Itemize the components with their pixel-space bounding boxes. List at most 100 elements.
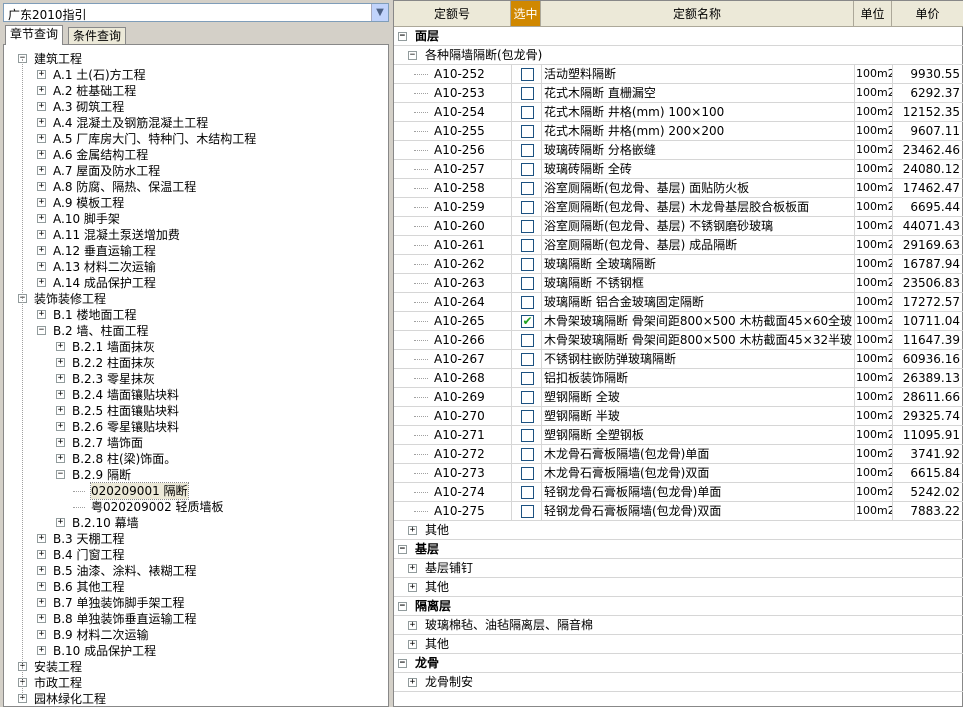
table-row[interactable]: A10-268 铝扣板装饰隔断 100m2 26389.13 — [394, 369, 963, 388]
expand-icon[interactable]: + — [37, 582, 46, 591]
select-checkbox[interactable]: ✔ — [521, 315, 534, 328]
table-row[interactable]: A10-273 木龙骨石膏板隔墙(包龙骨)双面 100m2 6615.84 — [394, 464, 963, 483]
select-checkbox[interactable] — [521, 429, 534, 442]
expand-icon[interactable]: + — [56, 454, 65, 463]
tree-node-label[interactable]: B.2.6 零星镶贴块料 — [72, 419, 179, 435]
tree-node-label[interactable]: B.3 天棚工程 — [53, 531, 125, 547]
expand-icon[interactable]: + — [56, 390, 65, 399]
expand-icon[interactable]: + — [408, 678, 417, 687]
group-row[interactable]: + 其他 — [394, 578, 963, 597]
select-checkbox[interactable] — [521, 68, 534, 81]
expand-icon[interactable]: + — [37, 86, 46, 95]
tree-node-label[interactable]: A.14 成品保护工程 — [53, 275, 156, 291]
expand-icon[interactable]: + — [37, 262, 46, 271]
tree-node-label[interactable]: B.2.1 墙面抹灰 — [72, 339, 155, 355]
table-row[interactable]: A10-258 浴室厕隔断(包龙骨、基层) 面贴防火板 100m2 17462.47 — [394, 179, 963, 198]
tree-node-label[interactable]: B.7 单独装饰脚手架工程 — [53, 595, 185, 611]
tree-node-label[interactable]: B.4 门窗工程 — [53, 547, 125, 563]
table-row[interactable]: A10-253 花式木隔断 直栅漏空 100m2 6292.37 — [394, 84, 963, 103]
group-row[interactable]: − 龙骨 — [394, 654, 963, 673]
tree-node-label[interactable]: B.9 材料二次运输 — [53, 627, 149, 643]
tree-node-label[interactable]: A.7 屋面及防水工程 — [53, 163, 160, 179]
tree-node-label[interactable]: A.13 材料二次运输 — [53, 259, 156, 275]
tree-node-label[interactable]: 装饰装修工程 — [34, 291, 106, 307]
tree-node-label[interactable]: A.5 厂库房大门、特种门、木结构工程 — [53, 131, 256, 147]
group-row[interactable]: − 隔离层 — [394, 597, 963, 616]
select-checkbox[interactable] — [521, 372, 534, 385]
collapse-icon[interactable]: − — [56, 470, 65, 479]
tree-node-label[interactable]: A.3 砌筑工程 — [53, 99, 124, 115]
collapse-icon[interactable]: − — [398, 659, 407, 668]
collapse-icon[interactable]: − — [398, 32, 407, 41]
tree-node-label[interactable]: A.9 模板工程 — [53, 195, 124, 211]
select-checkbox[interactable] — [521, 296, 534, 309]
table-row[interactable]: A10-269 塑钢隔断 全玻 100m2 28611.66 — [394, 388, 963, 407]
tree-node-label[interactable]: B.1 楼地面工程 — [53, 307, 137, 323]
expand-icon[interactable]: + — [56, 358, 65, 367]
tree-node-label[interactable]: 020209001 隔断 — [90, 482, 189, 500]
group-row[interactable]: + 基层铺钉 — [394, 559, 963, 578]
table-row[interactable]: A10-257 玻璃砖隔断 全砖 100m2 24080.12 — [394, 160, 963, 179]
expand-icon[interactable]: + — [37, 198, 46, 207]
expand-icon[interactable]: + — [37, 102, 46, 111]
expand-icon[interactable]: + — [56, 406, 65, 415]
col-header-name[interactable]: 定额名称 — [541, 1, 854, 27]
expand-icon[interactable]: + — [37, 134, 46, 143]
collapse-icon[interactable]: − — [408, 51, 417, 60]
select-checkbox[interactable] — [521, 258, 534, 271]
expand-icon[interactable]: + — [408, 640, 417, 649]
tree-node-label[interactable]: B.2.2 柱面抹灰 — [72, 355, 155, 371]
tree-node-label[interactable]: A.1 土(石)方工程 — [53, 67, 146, 83]
group-row[interactable]: + 其他 — [394, 635, 963, 654]
select-checkbox[interactable] — [521, 334, 534, 347]
table-row[interactable]: A10-254 花式木隔断 井格(mm) 100×100 100m2 12152.35 — [394, 103, 963, 122]
table-row[interactable]: A10-272 木龙骨石膏板隔墙(包龙骨)单面 100m2 3741.92 — [394, 445, 963, 464]
expand-icon[interactable]: + — [37, 630, 46, 639]
tree-node-label[interactable]: 粤020209002 轻质墙板 — [91, 499, 224, 515]
tree-node-label[interactable]: B.6 其他工程 — [53, 579, 125, 595]
tree-node-label[interactable]: A.2 桩基础工程 — [53, 83, 136, 99]
tree-node-label[interactable]: B.2.8 柱(梁)饰面。 — [72, 451, 176, 467]
expand-icon[interactable]: + — [37, 70, 46, 79]
group-row[interactable]: − 基层 — [394, 540, 963, 559]
expand-icon[interactable]: + — [37, 166, 46, 175]
table-row[interactable]: A10-267 不锈钢柱嵌防弹玻璃隔断 100m2 60936.16 — [394, 350, 963, 369]
expand-icon[interactable]: + — [56, 438, 65, 447]
select-checkbox[interactable] — [521, 201, 534, 214]
expand-icon[interactable]: + — [37, 118, 46, 127]
select-checkbox[interactable] — [521, 277, 534, 290]
select-checkbox[interactable] — [521, 353, 534, 366]
expand-icon[interactable]: + — [37, 550, 46, 559]
select-checkbox[interactable] — [521, 182, 534, 195]
expand-icon[interactable]: + — [37, 646, 46, 655]
select-checkbox[interactable] — [521, 410, 534, 423]
tree-node-label[interactable]: A.6 金属结构工程 — [53, 147, 148, 163]
tree-node-label[interactable]: B.10 成品保护工程 — [53, 643, 156, 659]
select-checkbox[interactable] — [521, 486, 534, 499]
tree-node-label[interactable]: A.11 混凝土泵送增加费 — [53, 227, 180, 243]
table-row[interactable]: A10-266 木骨架玻璃隔断 骨架间距800×500 木枋截面45×32半玻 10… — [394, 331, 963, 350]
tree-node-label[interactable]: B.2.9 隔断 — [72, 467, 131, 483]
table-row[interactable]: A10-263 玻璃隔断 不锈钢框 100m2 23506.83 — [394, 274, 963, 293]
tree-node-label[interactable]: A.12 垂直运输工程 — [53, 243, 156, 259]
tree-node-label[interactable]: 安装工程 — [34, 659, 82, 675]
expand-icon[interactable]: + — [37, 534, 46, 543]
select-checkbox[interactable] — [521, 125, 534, 138]
expand-icon[interactable]: + — [408, 583, 417, 592]
expand-icon[interactable]: + — [56, 518, 65, 527]
expand-icon[interactable]: + — [56, 342, 65, 351]
group-row[interactable]: − 各种隔墙隔断(包龙骨) — [394, 46, 963, 65]
group-row[interactable]: + 玻璃棉毡、油毡隔离层、隔音棉 — [394, 616, 963, 635]
tree-node-label[interactable]: B.2.4 墙面镶贴块料 — [72, 387, 179, 403]
table-row[interactable]: A10-265 ✔ 木骨架玻璃隔断 骨架间距800×500 木枋截面45×60全玻 1… — [394, 312, 963, 331]
select-checkbox[interactable] — [521, 106, 534, 119]
table-row[interactable]: A10-260 浴室厕隔断(包龙骨、基层) 不锈钢磨砂玻璃 100m2 44071.4… — [394, 217, 963, 236]
table-row[interactable]: A10-270 塑钢隔断 半玻 100m2 29325.74 — [394, 407, 963, 426]
table-row[interactable]: A10-256 玻璃砖隔断 分格嵌缝 100m2 23462.46 — [394, 141, 963, 160]
expand-icon[interactable]: + — [408, 564, 417, 573]
table-row[interactable]: A10-252 活动塑料隔断 100m2 9930.55 — [394, 65, 963, 84]
select-checkbox[interactable] — [521, 87, 534, 100]
table-row[interactable]: A10-261 浴室厕隔断(包龙骨、基层) 成品隔断 100m2 29169.63 — [394, 236, 963, 255]
expand-icon[interactable]: + — [37, 598, 46, 607]
col-header-code[interactable]: 定额号 — [394, 1, 511, 27]
